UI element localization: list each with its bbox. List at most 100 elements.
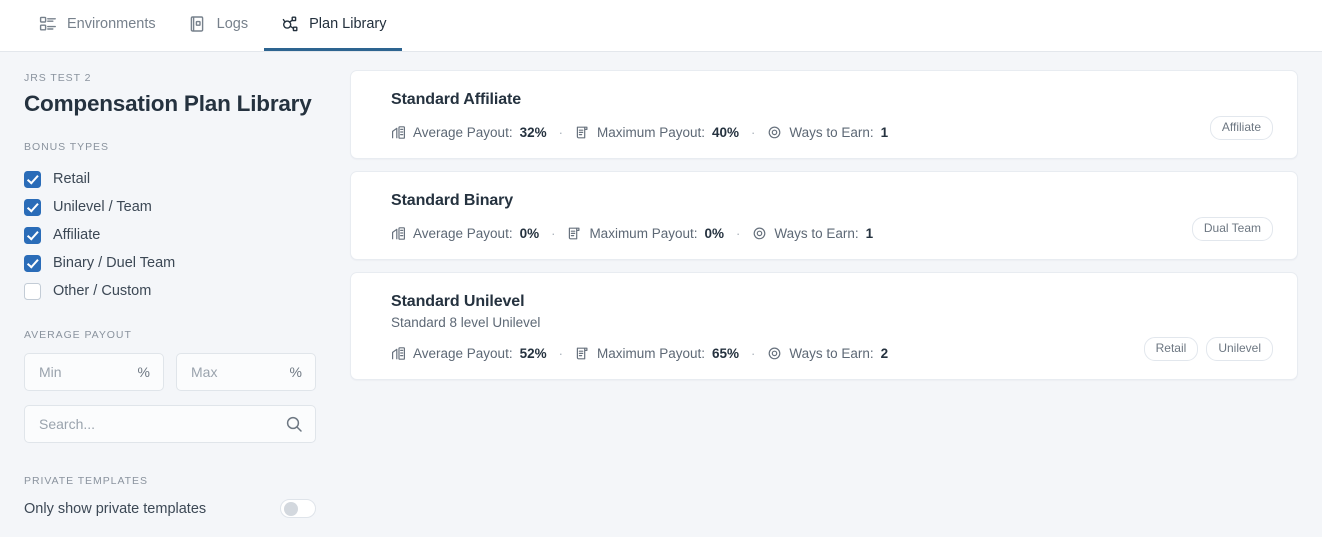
plan-title: Standard Binary bbox=[391, 192, 514, 209]
plan-meta-row: Average Payout: 32% · Maximum Payout: 40… bbox=[391, 125, 1273, 140]
plan-card[interactable]: Standard Unilevel Standard 8 level Unile… bbox=[350, 272, 1298, 380]
average-payout-meta: Average Payout: 32% bbox=[391, 125, 547, 140]
maximum-payout-text: Maximum Payout: bbox=[589, 226, 698, 241]
filter-label: Retail bbox=[53, 171, 91, 187]
plan-tags: Affiliate bbox=[1209, 116, 1273, 140]
ways-to-earn-value: 2 bbox=[880, 346, 889, 361]
chart-building-icon bbox=[391, 125, 406, 140]
maximum-payout-meta: Maximum Payout: 0% bbox=[567, 226, 724, 241]
plan-card[interactable]: Standard Affiliate Average Payout: 32% ·… bbox=[350, 70, 1298, 159]
average-payout-text: Average Payout: bbox=[413, 226, 513, 241]
target-pin-icon bbox=[767, 346, 782, 361]
nav-tab-label: Environments bbox=[67, 15, 156, 32]
search-field[interactable] bbox=[24, 405, 316, 443]
percent-suffix-max: % bbox=[289, 364, 302, 380]
private-templates-row: Only show private templates bbox=[24, 499, 316, 518]
network-nodes-icon bbox=[280, 15, 299, 34]
checkbox-retail[interactable] bbox=[24, 170, 41, 188]
plan-tags: Retail Unilevel bbox=[1143, 337, 1273, 361]
filter-affiliate[interactable]: Affiliate bbox=[24, 221, 316, 249]
private-templates-label: PRIVATE TEMPLATES bbox=[24, 475, 148, 487]
plan-title: Standard Affiliate bbox=[391, 91, 522, 108]
private-templates-toggle-label: Only show private templates bbox=[24, 500, 207, 517]
plan-meta-row: Average Payout: 0% · Maximum Payout: 0% … bbox=[391, 226, 1273, 241]
maximum-payout-value: 65% bbox=[712, 346, 740, 361]
filter-label: Binary / Duel Team bbox=[53, 255, 176, 271]
ways-to-earn-meta: Ways to Earn: 2 bbox=[767, 346, 888, 361]
plan-title: Standard Unilevel bbox=[391, 293, 525, 310]
top-navigation-bar: Environments Logs Plan Library bbox=[0, 0, 1322, 52]
filter-label: Unilevel / Team bbox=[53, 199, 152, 215]
average-payout-range: % % bbox=[24, 353, 316, 391]
nav-tab-label: Logs bbox=[216, 15, 249, 32]
average-payout-value: 52% bbox=[519, 346, 547, 361]
ways-to-earn-text: Ways to Earn: bbox=[789, 125, 874, 140]
checkbox-binary-duel-team[interactable] bbox=[24, 254, 41, 272]
filter-binary-duel-team[interactable]: Binary / Duel Team bbox=[24, 249, 316, 277]
meta-separator: · bbox=[558, 346, 563, 361]
toggle-knob bbox=[283, 502, 298, 516]
checkbox-other-custom[interactable] bbox=[24, 282, 41, 300]
maximum-payout-value: 0% bbox=[704, 226, 724, 241]
average-payout-meta: Average Payout: 52% bbox=[391, 346, 547, 361]
average-payout-label: AVERAGE PAYOUT bbox=[24, 329, 132, 341]
checkbox-unilevel-team[interactable] bbox=[24, 198, 41, 216]
page-body: JRS TEST 2 Compensation Plan Library BON… bbox=[0, 52, 1322, 537]
workspace-eyebrow: JRS TEST 2 bbox=[24, 72, 92, 84]
checkbox-affiliate[interactable] bbox=[24, 226, 41, 244]
ways-to-earn-meta: Ways to Earn: 1 bbox=[767, 125, 888, 140]
average-payout-meta: Average Payout: 0% bbox=[391, 226, 539, 241]
meta-separator: · bbox=[736, 226, 741, 241]
meta-separator: · bbox=[751, 346, 756, 361]
ways-to-earn-text: Ways to Earn: bbox=[774, 226, 859, 241]
document-icon bbox=[567, 226, 582, 241]
plan-card-list: Standard Affiliate Average Payout: 32% ·… bbox=[340, 52, 1322, 537]
search-icon[interactable] bbox=[285, 415, 303, 433]
private-templates-toggle[interactable] bbox=[280, 499, 316, 518]
min-payout-field[interactable]: % bbox=[24, 353, 164, 391]
document-icon bbox=[575, 125, 590, 140]
filter-label: Other / Custom bbox=[53, 283, 152, 299]
target-pin-icon bbox=[767, 125, 782, 140]
maximum-payout-meta: Maximum Payout: 40% bbox=[575, 125, 739, 140]
ways-to-earn-text: Ways to Earn: bbox=[789, 346, 874, 361]
chart-building-icon bbox=[391, 226, 406, 241]
nav-tab-label: Plan Library bbox=[309, 15, 387, 32]
max-payout-field[interactable]: % bbox=[176, 353, 316, 391]
average-payout-value: 0% bbox=[519, 226, 540, 241]
filter-label: Affiliate bbox=[53, 227, 101, 243]
nav-tab-logs[interactable]: Logs bbox=[172, 0, 264, 51]
nav-tab-plan-library[interactable]: Plan Library bbox=[264, 0, 403, 51]
list-grid-icon bbox=[38, 15, 57, 34]
target-pin-icon bbox=[752, 226, 767, 241]
meta-separator: · bbox=[558, 125, 563, 140]
status-badge: Dual Team bbox=[1191, 217, 1273, 241]
maximum-payout-value: 40% bbox=[712, 125, 740, 140]
ways-to-earn-meta: Ways to Earn: 1 bbox=[752, 226, 873, 241]
search-input[interactable] bbox=[25, 406, 315, 442]
percent-suffix-min: % bbox=[137, 364, 150, 380]
ways-to-earn-value: 1 bbox=[880, 125, 889, 140]
average-payout-text: Average Payout: bbox=[413, 125, 513, 140]
filter-retail[interactable]: Retail bbox=[24, 165, 316, 193]
filter-unilevel-team[interactable]: Unilevel / Team bbox=[24, 193, 316, 221]
meta-separator: · bbox=[551, 226, 556, 241]
maximum-payout-text: Maximum Payout: bbox=[596, 125, 705, 140]
chart-building-icon bbox=[391, 346, 406, 361]
meta-separator: · bbox=[751, 125, 756, 140]
nav-tab-environments[interactable]: Environments bbox=[22, 0, 172, 51]
status-badge: Affiliate bbox=[1209, 116, 1273, 140]
maximum-payout-meta: Maximum Payout: 65% bbox=[575, 346, 739, 361]
average-payout-value: 32% bbox=[519, 125, 547, 140]
bonus-types-label: BONUS TYPES bbox=[24, 141, 109, 153]
ways-to-earn-value: 1 bbox=[865, 226, 874, 241]
plan-tags: Dual Team bbox=[1191, 217, 1273, 241]
plan-meta-row: Average Payout: 52% · Maximum Payout: 65… bbox=[391, 346, 1273, 361]
status-badge: Unilevel bbox=[1206, 337, 1273, 361]
book-icon bbox=[188, 15, 207, 34]
plan-card[interactable]: Standard Binary Average Payout: 0% · Max… bbox=[350, 171, 1298, 260]
status-badge: Retail bbox=[1143, 337, 1199, 361]
filter-other-custom[interactable]: Other / Custom bbox=[24, 277, 316, 305]
